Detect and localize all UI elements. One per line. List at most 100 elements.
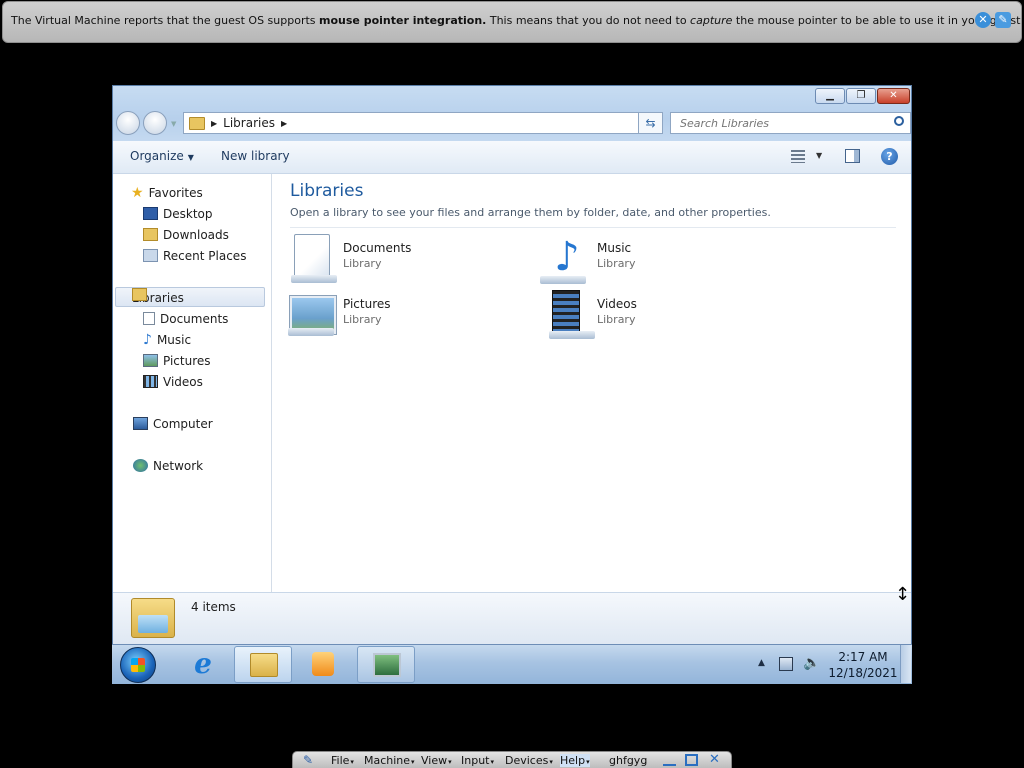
title-bar[interactable]: ▁ ❐ ✕ ▼ ▶ Libraries ▶ ▼ ⇆ <box>113 86 911 141</box>
maximize-button[interactable]: ❐ <box>846 88 876 104</box>
details-pane: 4 items <box>113 592 911 644</box>
view-options-dropdown-icon[interactable]: ▼ <box>816 151 822 160</box>
recent-places-icon <box>143 249 158 262</box>
app-window-icon <box>373 653 401 677</box>
minimize-icon[interactable] <box>663 754 676 766</box>
pictures-library-icon <box>288 296 336 336</box>
show-hidden-icons-icon[interactable]: ▲ <box>758 658 765 668</box>
close-window-button[interactable]: ✕ <box>877 88 910 104</box>
explorer-window: ▁ ❐ ✕ ▼ ▶ Libraries ▶ ▼ ⇆ Organize▼ New … <box>112 85 912 644</box>
organize-button[interactable]: Organize ▼ <box>130 149 194 163</box>
nav-pictures[interactable]: Pictures <box>143 351 211 371</box>
start-button[interactable] <box>120 647 156 683</box>
clock-time: 2:17 AM <box>838 650 888 664</box>
folder-icon <box>250 653 278 677</box>
media-player-icon <box>312 652 334 676</box>
page-subtitle: Open a library to see your files and arr… <box>290 206 771 219</box>
nav-videos[interactable]: Videos <box>143 372 203 392</box>
change-view-icon[interactable] <box>791 150 805 163</box>
taskbar-internet-explorer[interactable]: e <box>174 646 232 683</box>
library-name: Music <box>597 241 632 255</box>
search-input[interactable] <box>678 115 882 131</box>
menu-input[interactable]: Input <box>461 754 494 767</box>
volume-icon[interactable]: 🔈 <box>803 655 820 671</box>
music-note-icon: ♪ <box>143 332 152 348</box>
taskbar-app-window[interactable] <box>357 646 415 683</box>
breadcrumb-arrow-icon[interactable]: ▶ <box>281 119 287 128</box>
refresh-icon: ⇆ <box>645 116 656 130</box>
computer-icon <box>133 417 148 430</box>
nav-downloads[interactable]: Downloads <box>143 225 229 245</box>
nav-libraries[interactable]: Libraries <box>115 287 265 307</box>
network-tray-icon[interactable] <box>779 657 793 671</box>
forward-button[interactable] <box>143 111 167 135</box>
videos-icon <box>143 375 158 388</box>
new-library-button[interactable]: New library <box>221 149 290 163</box>
library-name: Pictures <box>343 297 391 311</box>
address-bar[interactable]: ▶ Libraries ▶ ▼ <box>183 112 663 134</box>
videos-library-icon <box>549 290 595 339</box>
menu-devices[interactable]: Devices <box>505 754 553 767</box>
clock[interactable]: 2:17 AM 12/18/2021 <box>828 649 898 681</box>
recent-pages-dropdown-icon[interactable]: ▼ <box>171 120 179 128</box>
breadcrumb-arrow-icon[interactable]: ▶ <box>211 119 217 128</box>
close-icon[interactable]: ✕ <box>975 12 991 28</box>
vbox-mini-toolbar: ✎ File Machine View Input Devices Help g… <box>292 751 732 768</box>
music-library-icon: ♪ <box>540 234 590 284</box>
library-music[interactable]: ♪ Music Library <box>540 234 764 284</box>
search-box[interactable] <box>670 112 911 134</box>
close-icon[interactable]: ✕ <box>709 753 722 766</box>
taskbar-windows-explorer[interactable] <box>234 646 292 683</box>
network-icon <box>133 459 148 472</box>
menu-help[interactable]: Help <box>560 754 590 767</box>
close-icon: ✕ <box>889 90 898 101</box>
library-pictures[interactable]: Pictures Library <box>288 290 510 340</box>
menu-view[interactable]: View <box>421 754 452 767</box>
taskbar: e ▲ 🔈 2:17 AM 12/18/2021 <box>112 644 912 684</box>
help-icon[interactable]: ? <box>881 148 898 165</box>
divider <box>290 227 896 228</box>
nav-desktop[interactable]: Desktop <box>143 204 213 224</box>
refresh-button[interactable]: ⇆ <box>638 112 663 134</box>
search-icon[interactable] <box>894 116 904 126</box>
show-desktop-button[interactable] <box>900 645 911 683</box>
library-type: Library <box>597 313 636 326</box>
menu-file[interactable]: File <box>331 754 354 767</box>
nav-recent-places[interactable]: Recent Places <box>143 246 246 266</box>
speech-bubble-icon[interactable]: ✎ <box>995 12 1011 28</box>
pin-icon[interactable]: ✎ <box>303 753 313 767</box>
internet-explorer-icon: e <box>194 647 212 680</box>
library-name: Documents <box>343 241 412 255</box>
nav-network[interactable]: Network <box>133 456 203 476</box>
nav-music[interactable]: ♪ Music <box>143 330 191 350</box>
library-name: Videos <box>597 297 637 311</box>
library-type: Library <box>343 257 382 270</box>
desktop-icon <box>143 207 158 220</box>
back-button[interactable] <box>116 111 140 135</box>
page-title: Libraries <box>290 181 364 201</box>
minimize-button[interactable]: ▁ <box>815 88 845 104</box>
restore-icon: ❐ <box>856 90 866 101</box>
item-count: 4 items <box>191 600 236 614</box>
pictures-icon <box>143 354 158 367</box>
taskbar-media-player[interactable] <box>294 646 352 683</box>
preview-pane-icon[interactable] <box>845 149 860 163</box>
navigation-pane: ★ Favorites Desktop Downloads Recent Plac… <box>113 174 272 592</box>
libraries-folder-icon <box>132 288 147 301</box>
minimize-icon: ▁ <box>826 90 834 101</box>
exit-fullscreen-icon[interactable] <box>685 754 698 766</box>
library-videos[interactable]: Videos Library <box>544 290 764 340</box>
nav-computer[interactable]: Computer <box>133 414 213 434</box>
vm-name: ghfgyg <box>609 754 648 767</box>
documents-icon <box>143 312 155 325</box>
command-bar: Organize ▼ New library ▼ ? <box>113 141 911 174</box>
documents-library-icon <box>291 234 337 283</box>
nav-favorites[interactable]: ★ Favorites <box>131 183 203 203</box>
nav-documents[interactable]: Documents <box>143 309 228 329</box>
clock-date: 12/18/2021 <box>828 666 898 680</box>
notification-text: The Virtual Machine reports that the gue… <box>11 14 1021 27</box>
library-documents[interactable]: Documents Library <box>290 234 510 284</box>
downloads-folder-icon <box>143 228 158 241</box>
breadcrumb-libraries[interactable]: Libraries <box>223 116 275 130</box>
menu-machine[interactable]: Machine <box>364 754 415 767</box>
